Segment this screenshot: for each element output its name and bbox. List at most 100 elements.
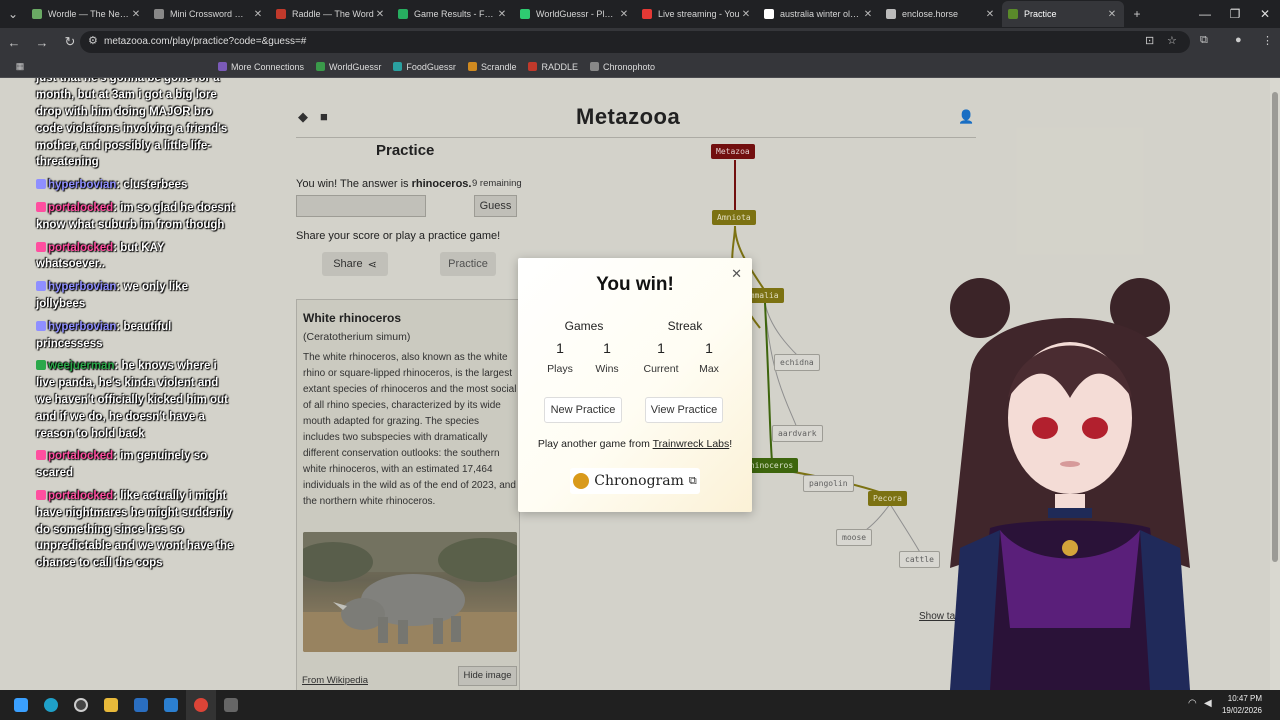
chat-username: hyperbovian (48, 179, 117, 192)
tab-close-icon[interactable]: ✕ (740, 9, 752, 20)
app-icon[interactable] (126, 690, 156, 720)
chat-message: portalocked: like actually i might have … (36, 489, 234, 570)
chat-message: portalocked: but KAY whatsoever.. (36, 241, 165, 271)
tab-list: Wordle — The New Y ✕ Mini Crossword — Lo ✕ R… (26, 1, 1124, 27)
site-info-icon[interactable]: ⚙ (88, 34, 98, 47)
wifi-icon[interactable]: ◠ (1188, 698, 1197, 709)
play-another-suffix: ! (729, 438, 733, 450)
chronogram-button[interactable]: Chronogram ⧉ (570, 468, 700, 494)
bookmark-label: RADDLE (541, 61, 578, 72)
taskbar-clock[interactable]: 10:47 PM 19/02/2026 (1222, 693, 1262, 717)
bookmark-item[interactable]: Scrandle (467, 62, 516, 72)
profile-icon[interactable]: ● (1235, 34, 1242, 46)
bookmark-item[interactable]: Chronophoto (589, 61, 656, 72)
chat-badge-icon (36, 489, 46, 500)
browser-tab[interactable]: Game Results - Food ✕ (392, 1, 514, 27)
url-field[interactable]: metazooa.com/play/practice?code=&guess=# (80, 31, 1190, 53)
obs-icon[interactable] (66, 690, 96, 720)
browser-tab[interactable]: Wordle — The New Y ✕ (26, 1, 148, 27)
scrollbar-thumb[interactable] (1272, 92, 1278, 562)
tab-search-icon[interactable]: ⌄ (0, 7, 26, 21)
bookmark-item[interactable]: FoodGuessr (393, 62, 456, 72)
windows-start-icon[interactable] (6, 690, 36, 720)
bookmark-favicon-icon (218, 62, 227, 71)
chat-username: hyperbovian (48, 281, 117, 294)
tab-label: Wordle — The New Y (48, 9, 130, 19)
stream-chat-overlay: hyperbovian: aurochs are coolweejuerman:… (36, 78, 236, 578)
clock-date: 19/02/2026 (1221, 706, 1262, 715)
bookmark-label: Chronophoto (602, 61, 656, 72)
chat-badge-icon (36, 179, 46, 190)
tab-close-icon[interactable]: ✕ (984, 9, 996, 20)
back-button[interactable]: ← (0, 35, 28, 50)
tab-close-icon[interactable]: ✕ (252, 9, 264, 20)
install-icon[interactable]: ⊡ (1145, 34, 1154, 47)
maximize-icon[interactable]: ❐ (1220, 0, 1250, 28)
browser-tab[interactable]: Mini Crossword — Lo ✕ (148, 1, 270, 27)
chat-message: weejuerman: he knows where i live panda,… (36, 360, 228, 440)
page-content: ◆ ■ Metazooa 👤 Practice You win! The ans… (0, 78, 1270, 690)
edge-icon[interactable] (36, 690, 66, 720)
taskbar: ◠ ◀ 10:47 PM 19/02/2026 (0, 690, 1280, 720)
bookmark-star-icon[interactable]: ☆ (1167, 34, 1177, 47)
tab-favicon-icon (886, 9, 896, 19)
chat-username: portalocked (48, 489, 114, 502)
browser-tab[interactable]: Live streaming - You ✕ (636, 1, 758, 27)
tab-close-icon[interactable]: ✕ (618, 9, 630, 20)
bookmark-item[interactable]: WorldGuessr (316, 62, 381, 72)
close-window-icon[interactable]: ✕ (1250, 0, 1280, 28)
streak-heading: Streak (667, 319, 703, 333)
tab-label: WorldGuessr - Play G (536, 9, 618, 19)
bookmark-favicon-icon (316, 62, 326, 71)
chat-username: portalocked (48, 450, 114, 463)
chat-badge-icon (36, 360, 46, 371)
external-link-icon: ⧉ (688, 474, 697, 487)
chat-badge-icon (36, 320, 46, 331)
chat-message: hyperbovian: clusterbees (36, 177, 236, 194)
terminal-icon[interactable] (216, 690, 246, 720)
bookmark-item[interactable]: More Connections (218, 62, 304, 72)
tab-favicon-icon (642, 9, 652, 19)
games-heading: Games (564, 319, 604, 333)
bookmark-item[interactable]: RADDLE (528, 62, 578, 72)
tab-label: Raddle — The Word (292, 9, 374, 19)
browser-tab[interactable]: australia winter olym ✕ (758, 1, 880, 27)
chat-badge-icon (36, 201, 46, 212)
tab-close-icon[interactable]: ✕ (862, 9, 874, 20)
extensions-icon[interactable]: ⧉ (1200, 34, 1208, 47)
new-practice-button[interactable]: New Practice (544, 397, 622, 423)
bookmark-label: WorldGuessr (329, 61, 382, 72)
stat-label: Current (643, 363, 679, 375)
volume-icon[interactable]: ◀ (1204, 698, 1212, 709)
vscode-icon[interactable] (156, 690, 186, 720)
tab-close-icon[interactable]: ✕ (130, 9, 142, 20)
apps-icon[interactable]: ▦ (0, 61, 40, 72)
view-practice-button[interactable]: View Practice (645, 397, 723, 423)
chronogram-label: Chronogram (594, 473, 684, 489)
menu-icon[interactable]: ⋮ (1262, 34, 1273, 47)
bookmark-list: More Connections WorldGuessr FoodGuessr Scr… (218, 62, 667, 72)
tab-close-icon[interactable]: ✕ (1106, 9, 1118, 20)
browser-tab[interactable]: enclose.horse ✕ (880, 1, 1002, 27)
chat-badge-icon (36, 450, 46, 461)
chrome-icon[interactable] (186, 690, 216, 720)
tab-close-icon[interactable]: ✕ (374, 9, 386, 20)
tab-favicon-icon (520, 9, 530, 19)
minimize-icon[interactable]: — (1190, 0, 1220, 28)
chat-username: portalocked (48, 241, 114, 254)
new-tab-button[interactable]: + (1124, 7, 1150, 21)
chat-badge-icon (36, 241, 46, 252)
chat-text: clusterbees (123, 179, 188, 192)
tab-close-icon[interactable]: ✕ (496, 9, 508, 20)
forward-button[interactable]: → (28, 35, 56, 50)
trainwreck-labs-link[interactable]: Trainwreck Labs (653, 438, 730, 450)
clock-time: 10:47 PM (1227, 694, 1262, 703)
browser-tab[interactable]: Raddle — The Word ✕ (270, 1, 392, 27)
browser-tab[interactable]: WorldGuessr - Play G ✕ (514, 1, 636, 27)
chat-message: portalocked: im genuinely so scared (36, 450, 208, 480)
browser-tab[interactable]: Practice ✕ (1002, 1, 1124, 27)
chat-username: hyperbovian (48, 320, 117, 333)
address-bar-row: ← → ↻ metazooa.com/play/practice?code=&g… (0, 28, 1280, 56)
file-explorer-icon[interactable] (96, 690, 126, 720)
bookmark-favicon-icon (393, 62, 403, 71)
